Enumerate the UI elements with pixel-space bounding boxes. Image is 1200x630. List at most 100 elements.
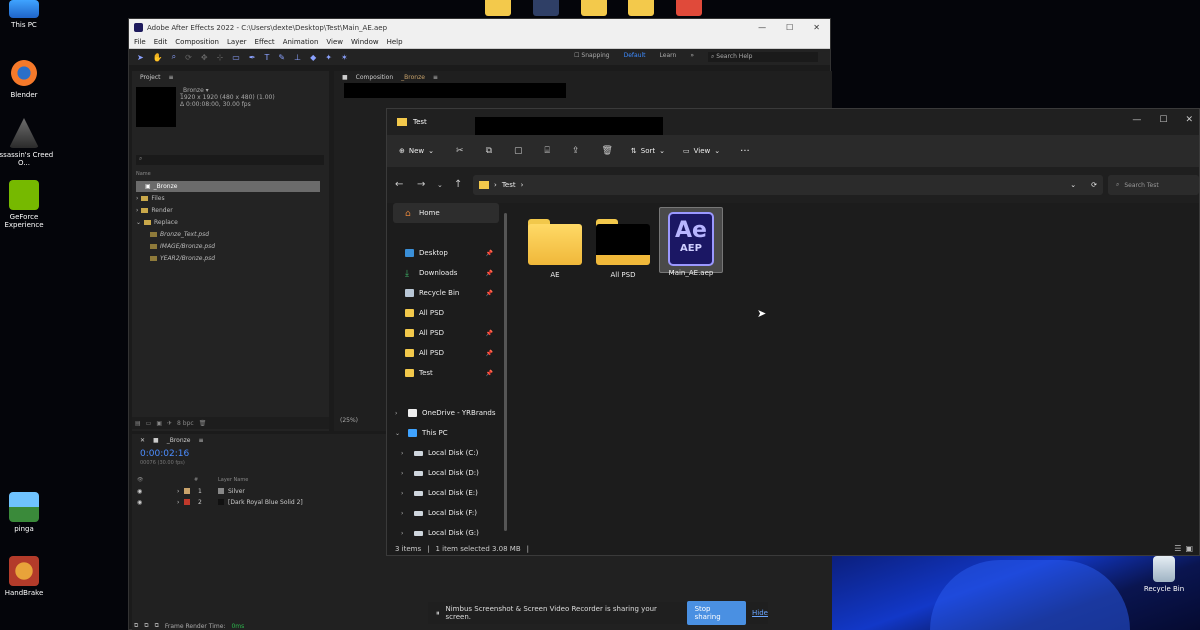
chevron-down-icon[interactable]: ⌄ <box>136 219 141 226</box>
chevron-right-icon[interactable]: › <box>401 450 409 457</box>
workspace-learn[interactable]: Learn <box>660 52 677 62</box>
camera-tool-icon[interactable]: ✥ <box>201 53 208 62</box>
back-arrow-icon[interactable]: ← <box>395 179 403 190</box>
rotate-tool-icon[interactable]: ⟳ <box>185 53 192 62</box>
layer-name-header[interactable]: Layer Name <box>218 477 248 483</box>
sidebar-item-recycle-bin[interactable]: Recycle Bin 📌 <box>393 283 499 303</box>
more-options-icon[interactable]: ··· <box>740 146 750 157</box>
taskbar-folder-icon[interactable] <box>581 0 607 16</box>
sidebar-item-disk-d[interactable]: › Local Disk (D:) <box>393 463 499 483</box>
file-item-main-ae[interactable]: Ae AEP Main_AE.aep <box>659 207 723 277</box>
chevron-down-icon[interactable]: ⌄ <box>437 181 443 189</box>
sidebar-item-disk-c[interactable]: › Local Disk (C:) <box>393 443 499 463</box>
hide-link[interactable]: Hide <box>752 609 768 617</box>
chevron-down-icon[interactable]: ⌄ <box>395 430 403 437</box>
minimize-icon[interactable]: — <box>758 23 766 32</box>
chevron-right-icon[interactable]: › <box>401 510 409 517</box>
sidebar-item-desktop[interactable]: Desktop 📌 <box>393 243 499 263</box>
copy-icon[interactable]: ⧉ <box>486 146 492 156</box>
chevron-right-icon[interactable]: › <box>136 195 138 202</box>
minimize-icon[interactable]: — <box>1132 115 1141 125</box>
stop-sharing-button[interactable]: Stop sharing <box>686 601 747 625</box>
search-input[interactable]: ⌕ Search Test <box>1108 175 1199 195</box>
chevron-right-icon[interactable]: › <box>494 181 497 189</box>
desktop-icon-handbrake[interactable]: HandBrake <box>0 556 54 597</box>
clone-tool-icon[interactable]: ⊥ <box>294 53 301 62</box>
project-item[interactable]: ⌄ Replace <box>136 217 320 228</box>
bit-depth-label[interactable]: 8 bpc <box>177 420 194 427</box>
desktop-icon-this-pc[interactable]: This PC <box>0 0 54 29</box>
new-button[interactable]: ⊕ New ⌄ <box>399 147 434 155</box>
menu-view[interactable]: View <box>326 38 343 46</box>
layer-color-label[interactable] <box>184 488 190 494</box>
eraser-tool-icon[interactable]: ◆ <box>310 53 316 62</box>
pin-icon[interactable]: 📌 <box>486 350 493 357</box>
chevron-right-icon[interactable]: › <box>521 181 524 189</box>
tiles-view-icon[interactable]: ▣ <box>1185 544 1193 553</box>
taskbar-folder-icon[interactable] <box>628 0 654 16</box>
address-segment[interactable]: Test <box>502 181 516 189</box>
brush-tool-icon[interactable]: ✎ <box>278 53 285 62</box>
new-composition-icon[interactable]: ▣ <box>156 420 162 427</box>
desktop-icon-pinga[interactable]: pinga <box>0 492 54 533</box>
panel-menu-icon[interactable]: ≡ <box>433 74 438 81</box>
chevron-right-icon[interactable]: › <box>136 207 138 214</box>
cut-icon[interactable]: ✂ <box>456 146 464 156</box>
desktop-icon-assassins-creed[interactable]: Assassin's Creed O... <box>0 118 54 167</box>
project-item[interactable]: IMAGE/Bronze.psd <box>136 241 320 252</box>
type-tool-icon[interactable]: T <box>265 53 270 62</box>
sidebar-item-onedrive[interactable]: › OneDrive - YRBrands <box>393 403 499 423</box>
project-item[interactable]: ▣ _Bronze <box>136 181 320 192</box>
navigation-scrollbar[interactable] <box>504 213 507 531</box>
pause-icon[interactable]: ⏸ <box>436 609 440 618</box>
chevron-right-icon[interactable]: › <box>401 470 409 477</box>
pin-icon[interactable]: 📌 <box>486 270 493 277</box>
menu-edit[interactable]: Edit <box>154 38 168 46</box>
close-icon[interactable]: ✕ <box>813 23 820 32</box>
sidebar-item-disk-f[interactable]: › Local Disk (F:) <box>393 503 499 523</box>
desktop-icon-blender[interactable]: Blender <box>0 58 54 99</box>
chevron-right-icon[interactable]: › <box>395 410 403 417</box>
pin-icon[interactable]: 📌 <box>486 330 493 337</box>
sidebar-item-this-pc[interactable]: ⌄ This PC <box>393 423 499 443</box>
menu-composition[interactable]: Composition <box>175 38 219 46</box>
pin-icon[interactable]: 📌 <box>486 370 493 377</box>
puppet-tool-icon[interactable]: ✶ <box>341 53 348 62</box>
interpret-footage-icon[interactable]: ▤ <box>135 420 141 427</box>
panel-menu-icon[interactable]: ≡ <box>169 74 174 81</box>
layer-color-label[interactable] <box>184 499 190 505</box>
sidebar-item-downloads[interactable]: ⤓ Downloads 📌 <box>393 263 499 283</box>
project-item[interactable]: › Render <box>136 205 320 216</box>
chevron-right-icon[interactable]: › <box>177 488 179 495</box>
zoom-tool-icon[interactable]: ⌕ <box>172 52 176 62</box>
menu-help[interactable]: Help <box>387 38 403 46</box>
visibility-eye-icon[interactable]: ◉ <box>137 499 142 506</box>
refresh-icon[interactable]: ⟳ <box>1091 181 1097 189</box>
desktop-icon-geforce[interactable]: GeForce Experience <box>0 180 54 229</box>
paste-icon[interactable]: ▢ <box>514 146 523 156</box>
close-icon[interactable]: ✕ <box>140 437 145 444</box>
project-item[interactable]: YEAR2/Bronze.psd <box>136 253 320 264</box>
maximize-icon[interactable]: ☐ <box>1159 115 1167 125</box>
close-icon[interactable]: ✕ <box>1185 115 1193 125</box>
project-col-name[interactable]: Name <box>136 171 151 177</box>
new-folder-icon[interactable]: ▭ <box>146 420 152 427</box>
explorer-tab[interactable]: Test <box>387 118 427 126</box>
sidebar-item-all-psd[interactable]: All PSD 📌 <box>393 343 499 363</box>
hand-tool-icon[interactable]: ✋ <box>153 53 163 62</box>
rectangle-tool-icon[interactable]: ▭ <box>232 53 240 62</box>
status-icon[interactable]: ⧉ <box>155 622 159 630</box>
taskbar-app-icon[interactable] <box>533 0 559 16</box>
up-arrow-icon[interactable]: ↑ <box>454 179 462 190</box>
file-item-all-psd[interactable]: All PSD <box>591 213 655 279</box>
pin-icon[interactable]: 📌 <box>486 250 493 257</box>
chevron-right-icon[interactable]: › <box>401 490 409 497</box>
status-icon[interactable]: ⧉ <box>134 622 138 630</box>
view-button[interactable]: ▭ View ⌄ <box>683 147 720 155</box>
details-view-icon[interactable]: ☰ <box>1174 544 1181 553</box>
file-item-ae[interactable]: AE <box>523 213 587 279</box>
panel-menu-icon[interactable]: ≡ <box>198 437 203 444</box>
composition-viewer[interactable] <box>344 83 566 98</box>
sidebar-item-home[interactable]: ⌂ Home <box>393 203 499 223</box>
composition-tab[interactable]: Composition <box>356 74 393 81</box>
